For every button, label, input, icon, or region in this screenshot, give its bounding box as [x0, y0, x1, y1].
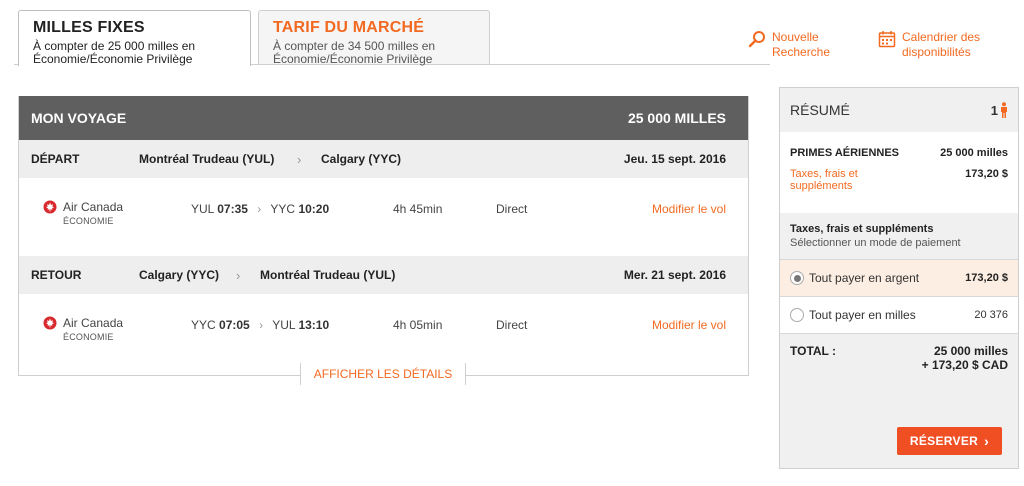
calendar-line1: Calendrier des: [902, 30, 981, 44]
cabin-class: ÉCONOMIE: [63, 216, 114, 226]
pay-cash-option[interactable]: Tout payer en argent 173,20 $: [780, 259, 1018, 296]
flight-stops: Direct: [496, 202, 528, 216]
calendar-label: Calendrier des disponibilités: [902, 30, 980, 60]
summary-header: RÉSUMÉ 1: [780, 88, 1018, 132]
airline-info: Air Canada ÉCONOMIE: [43, 316, 123, 342]
tab-subtitle: À compter de 34 500 milles en Économie/É…: [273, 40, 477, 66]
flight-times: YUL 07:35 › YYC 10:20: [191, 202, 329, 216]
payment-section-title: Taxes, frais et suppléments: [790, 223, 934, 235]
chevron-right-icon: ›: [236, 267, 241, 283]
pay-cash-label-group: Tout payer en argent: [790, 271, 919, 285]
arrival-time: 13:10: [298, 318, 330, 332]
flight-stops: Direct: [496, 318, 528, 332]
passenger-count: 1: [991, 102, 1008, 118]
pay-miles-label-group: Tout payer en milles: [790, 308, 916, 322]
airline-info: Air Canada ÉCONOMIE: [43, 200, 123, 226]
pay-cash-label: Tout payer en argent: [809, 271, 920, 285]
segment-label: RETOUR: [31, 268, 82, 282]
segment-destination: Calgary (YYC): [321, 152, 402, 166]
flight-row-departure: Air Canada ÉCONOMIE YUL 07:35 › YYC 10:2…: [19, 178, 748, 256]
tab-tarif-du-marche[interactable]: TARIF DU MARCHÉ À compter de 34 500 mill…: [258, 10, 490, 66]
pay-cash-value: 173,20 $: [965, 272, 1008, 284]
departure-code: YYC: [191, 318, 216, 332]
segment-date: Mer. 21 sept. 2016: [623, 268, 726, 282]
reserve-label: RÉSERVER: [909, 434, 979, 448]
chevron-right-icon: ›: [297, 151, 302, 167]
award-miles-label: PRIMES AÉRIENNES: [790, 147, 900, 159]
my-trip-total: 25 000 MILLES: [627, 110, 726, 126]
chevron-right-icon: ›: [257, 202, 262, 216]
total-section: TOTAL : 25 000 milles + 173,20 $ CAD: [780, 333, 1018, 405]
total-values: 25 000 milles + 173,20 $ CAD: [922, 344, 1008, 405]
pay-miles-label: Tout payer en milles: [809, 308, 916, 322]
total-miles: 25 000 milles: [933, 344, 1008, 358]
my-trip-header: MON VOYAGE 25 000 MILLES: [19, 96, 748, 140]
total-cash: + 173,20 $ CAD: [921, 358, 1008, 372]
tab-subtitle-line2: Économie/Économie Privilège: [33, 52, 193, 66]
reserve-button[interactable]: RÉSERVER ›: [897, 427, 1002, 455]
summary-title: RÉSUMÉ: [790, 102, 850, 118]
new-search-line1: Nouvelle: [772, 30, 819, 44]
flight-duration: 4h 05min: [393, 318, 443, 332]
modify-flight-link[interactable]: Modifier le vol: [652, 202, 726, 216]
arrival-time: 10:20: [298, 202, 330, 216]
segment-header-departure: DÉPART Montréal Trudeau (YUL) › Calgary …: [19, 140, 748, 178]
taxes-label-line2: suppléments: [790, 180, 853, 192]
departure-time: 07:35: [217, 202, 248, 216]
arrival-code: YUL: [272, 318, 296, 332]
flight-times: YYC 07:05 › YUL 13:10: [191, 318, 329, 332]
chevron-right-icon: ›: [984, 433, 990, 449]
search-icon: [748, 31, 765, 48]
segment-destination: Montréal Trudeau (YUL): [260, 268, 396, 282]
chevron-right-icon: ›: [259, 318, 264, 332]
airline-name: Air Canada: [63, 316, 124, 330]
calendar-icon: [878, 31, 896, 48]
taxes-value: 173,20 $: [965, 168, 1008, 180]
award-miles-line: PRIMES AÉRIENNES 25 000 milles: [780, 132, 1018, 168]
summary-fare-section: PRIMES AÉRIENNES 25 000 milles Taxes, fr…: [780, 132, 1018, 213]
tab-title: TARIF DU MARCHÉ: [273, 19, 425, 36]
segment-date: Jeu. 15 sept. 2016: [623, 152, 726, 166]
departure-code: YUL: [191, 202, 214, 216]
cabin-class: ÉCONOMIE: [63, 332, 114, 342]
flight-row-return: Air Canada ÉCONOMIE YYC 07:05 › YUL 13:1…: [19, 294, 748, 372]
new-search-link[interactable]: Nouvelle Recherche: [748, 30, 830, 60]
availability-calendar-link[interactable]: Calendrier des disponibilités: [878, 30, 980, 60]
summary-panel: RÉSUMÉ 1 PRIMES AÉRIENNES 25 000 milles …: [779, 87, 1019, 469]
airline-name: Air Canada: [63, 200, 124, 214]
modify-flight-link[interactable]: Modifier le vol: [652, 318, 726, 332]
tab-milles-fixes[interactable]: MILLES FIXES À compter de 25 000 milles …: [18, 10, 251, 66]
payment-section-subtitle: Sélectionner un mode de paiement: [790, 237, 961, 249]
tab-title: MILLES FIXES: [33, 19, 145, 36]
tab-subtitle: À compter de 25 000 milles en Économie/É…: [33, 40, 238, 66]
show-details-link[interactable]: AFFICHER LES DÉTAILS: [300, 363, 466, 385]
pay-cash-radio[interactable]: [790, 271, 804, 285]
segment-header-return: RETOUR Calgary (YYC) › Montréal Trudeau …: [19, 256, 748, 294]
pay-miles-option[interactable]: Tout payer en milles 20 376: [780, 296, 1018, 333]
person-icon: [1001, 102, 1007, 118]
air-canada-logo-icon: [43, 200, 57, 214]
my-trip-panel: MON VOYAGE 25 000 MILLES DÉPART Montréal…: [18, 96, 749, 376]
total-label: TOTAL :: [790, 344, 836, 358]
pay-miles-value: 20 376: [974, 309, 1008, 321]
departure-time: 07:05: [219, 318, 250, 332]
segment-label: DÉPART: [31, 152, 80, 166]
calendar-line2: disponibilités: [902, 45, 971, 59]
award-miles-value: 25 000 milles: [940, 147, 1008, 159]
taxes-label[interactable]: Taxes, frais et suppléments: [790, 168, 858, 213]
tab-subtitle-line2: Économie/Économie Privilège: [273, 52, 433, 66]
pay-miles-radio[interactable]: [790, 308, 804, 322]
passenger-count-value: 1: [990, 102, 998, 118]
air-canada-logo-icon: [43, 316, 57, 330]
new-search-label: Nouvelle Recherche: [772, 30, 830, 60]
my-trip-title: MON VOYAGE: [31, 110, 127, 126]
segment-origin: Montréal Trudeau (YUL): [139, 152, 275, 166]
arrival-code: YYC: [270, 202, 296, 216]
taxes-label-line1: Taxes, frais et: [790, 168, 858, 180]
segment-origin: Calgary (YYC): [139, 268, 220, 282]
taxes-line: Taxes, frais et suppléments 173,20 $: [780, 168, 1018, 213]
new-search-line2: Recherche: [772, 45, 831, 59]
flight-duration: 4h 45min: [393, 202, 443, 216]
